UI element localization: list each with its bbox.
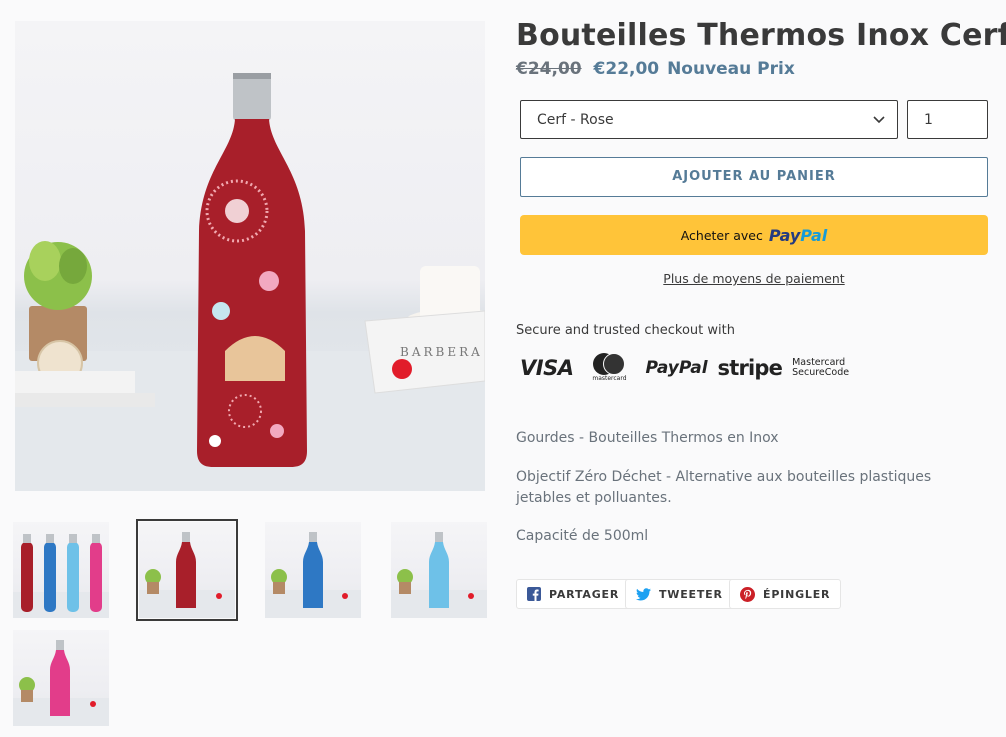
price-tag: Nouveau Prix (667, 59, 795, 79)
mastercard-securecode-logo: Mastercard SecureCode (792, 357, 850, 378)
share-facebook-label: PARTAGER (549, 587, 620, 601)
twitter-icon (636, 587, 651, 600)
more-payment-options-link[interactable]: Plus de moyens de paiement (520, 271, 988, 286)
share-twitter-label: TWEETER (659, 587, 723, 601)
thumbnail-blue-bottle[interactable] (265, 522, 361, 618)
thumbnail-lightblue-bottle[interactable] (391, 522, 487, 618)
variant-select-value: Cerf - Rose (537, 112, 614, 128)
price-old: €24,00 (516, 59, 582, 79)
add-to-cart-button[interactable]: AJOUTER AU PANIER (520, 157, 988, 197)
share-twitter-button[interactable]: TWEETER (625, 579, 734, 609)
packaging-text: BARBERA (400, 345, 483, 359)
product-title: Bouteilles Thermos Inox Cerf (516, 18, 1006, 53)
mastercard-logo: mastercard (591, 353, 627, 383)
paypal-checkout-button[interactable]: Acheter avec PayPal (520, 215, 988, 255)
facebook-icon (527, 587, 541, 601)
description-line-3: Capacité de 500ml (516, 528, 649, 544)
chevron-down-icon (873, 116, 885, 124)
thumbnail-all-bottles[interactable] (13, 522, 109, 618)
paypal-button-label: Acheter avec (680, 227, 763, 243)
thumbnail-pink-bottle[interactable] (13, 630, 109, 726)
variant-select[interactable]: Cerf - Rose (520, 100, 898, 139)
thumbnail-red-bottle[interactable] (136, 519, 238, 621)
description-line-1: Gourdes - Bouteilles Thermos en Inox (516, 430, 779, 446)
share-facebook-button[interactable]: PARTAGER (516, 579, 631, 609)
secure-checkout-text: Secure and trusted checkout with (516, 323, 735, 338)
payment-logos: VISA mastercard PayPal stripe Mastercard… (520, 352, 849, 384)
price-row: €24,00 €22,00 Nouveau Prix (516, 59, 795, 79)
quantity-input[interactable]: 1 (907, 100, 988, 139)
paypal-payment-logo: PayPal (645, 358, 708, 378)
share-pinterest-button[interactable]: ÉPINGLER (729, 579, 842, 609)
bottle-main (197, 73, 307, 467)
visa-logo: VISA (520, 356, 574, 380)
paypal-logo: PayPal (768, 225, 828, 245)
share-pinterest-label: ÉPINGLER (763, 587, 831, 601)
price-new: €22,00 (593, 59, 660, 79)
main-product-image[interactable]: BARBERA (15, 21, 485, 491)
description-line-2: Objectif Zéro Déchet - Alternative aux b… (516, 469, 932, 506)
stripe-logo: stripe (717, 356, 783, 380)
pinterest-icon (740, 586, 755, 602)
